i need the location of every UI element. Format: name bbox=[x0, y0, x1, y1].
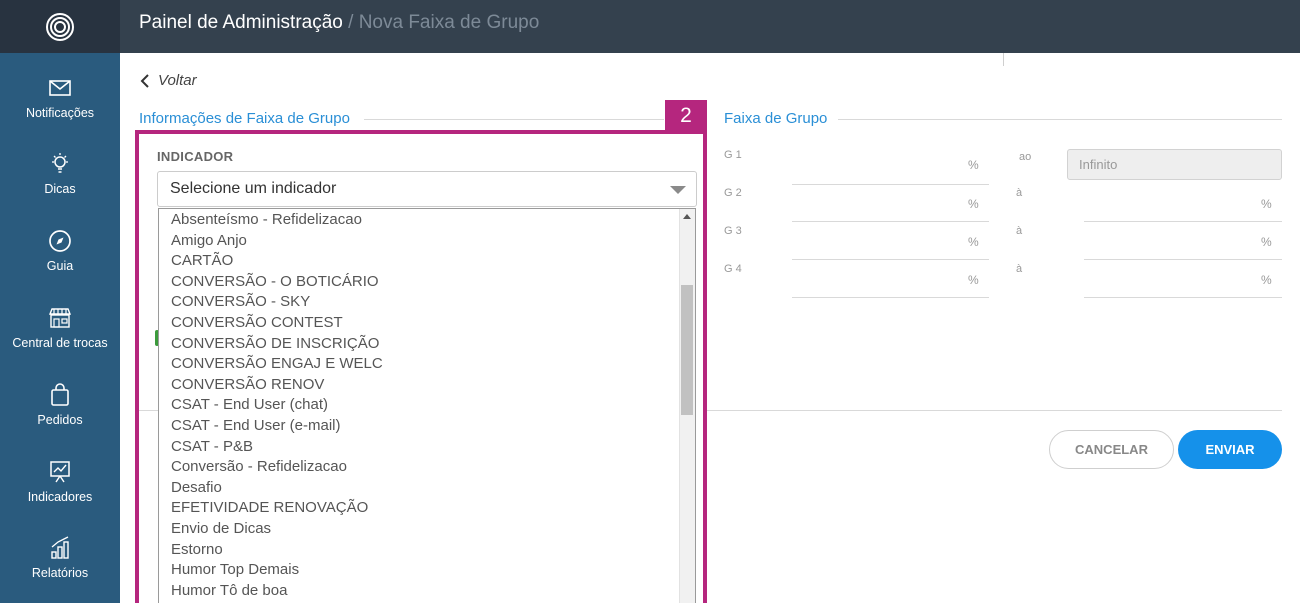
scrollbar-thumb[interactable] bbox=[681, 285, 693, 415]
dropdown-option[interactable]: CONVERSÃO ENGAJ E WELC bbox=[171, 355, 383, 372]
divider bbox=[838, 119, 1282, 120]
range-from-input-g4[interactable] bbox=[792, 297, 989, 298]
sidebar-item-label: Indicadores bbox=[27, 490, 93, 504]
range-from-input-g2[interactable] bbox=[792, 221, 989, 222]
range-to-input-g1: Infinito bbox=[1067, 149, 1282, 180]
envelope-icon bbox=[49, 80, 71, 96]
divider bbox=[364, 119, 664, 120]
range-to-input-g2[interactable] bbox=[1084, 221, 1282, 222]
lightbulb-icon bbox=[52, 153, 68, 173]
unit-percent: % bbox=[968, 158, 979, 172]
range-label-g2: G 2 bbox=[724, 187, 742, 199]
section-title-faixa-de-grupo: Faixa de Grupo bbox=[724, 110, 828, 127]
range-separator: à bbox=[1016, 263, 1023, 275]
range-from-input-g3[interactable] bbox=[792, 259, 989, 260]
dropdown-option[interactable]: CARTÃO bbox=[171, 252, 233, 269]
range-label-g1: G 1 bbox=[724, 149, 742, 161]
dropdown-option[interactable]: Humor Top Demais bbox=[171, 561, 299, 578]
sidebar-item-dicas[interactable]: Dicas bbox=[0, 151, 120, 221]
indicator-label: INDICADOR bbox=[157, 149, 234, 164]
scroll-up-arrow-icon[interactable] bbox=[683, 214, 691, 219]
indicator-select-value: Selecione um indicador bbox=[170, 180, 337, 197]
sidebar-item-label: Pedidos bbox=[37, 413, 83, 427]
page-subtitle: Nova Faixa de Grupo bbox=[358, 12, 540, 33]
dropdown-option[interactable]: CSAT - End User (e-mail) bbox=[171, 417, 340, 434]
dropdown-option[interactable]: Amigo Anjo bbox=[171, 232, 247, 249]
sidebar-item-label: Guia bbox=[46, 259, 74, 273]
dropdown-option[interactable]: CSAT - P&B bbox=[171, 438, 253, 455]
storefront-icon bbox=[48, 308, 72, 328]
presentation-chart-icon bbox=[50, 461, 70, 483]
dropdown-option[interactable]: Conversão - Refidelizacao bbox=[171, 458, 347, 475]
unit-percent: % bbox=[968, 197, 979, 211]
chevron-left-icon bbox=[140, 73, 149, 88]
app-logo[interactable] bbox=[0, 0, 120, 53]
range-separator: ao bbox=[1019, 151, 1032, 163]
shopping-bag-icon bbox=[51, 383, 69, 406]
submit-button[interactable]: ENVIAR bbox=[1178, 430, 1282, 469]
top-bar: Painel de Administração / Nova Faixa de … bbox=[0, 0, 1300, 53]
range-separator: à bbox=[1016, 225, 1023, 237]
dropdown-option[interactable]: Envio de Dicas bbox=[171, 520, 271, 537]
sidebar: Notificações Dicas Guia Central de troca… bbox=[0, 53, 120, 603]
dropdown-option[interactable]: Desafio bbox=[171, 479, 222, 496]
indicator-dropdown-list[interactable]: Absenteísmo - Refidelizacao Amigo Anjo C… bbox=[158, 208, 696, 603]
back-link-label: Voltar bbox=[158, 72, 197, 89]
range-from-input-g1[interactable] bbox=[792, 184, 989, 185]
section-title-informacoes: Informações de Faixa de Grupo bbox=[139, 110, 350, 127]
page-title-main: Painel de Administração bbox=[139, 12, 343, 33]
unit-percent: % bbox=[1261, 235, 1272, 249]
dropdown-option[interactable]: CONVERSÃO CONTEST bbox=[171, 314, 343, 331]
indicator-select[interactable]: Selecione um indicador bbox=[157, 171, 697, 207]
divider bbox=[707, 410, 1282, 411]
dropdown-option[interactable]: CSAT - End User (chat) bbox=[171, 396, 328, 413]
dropdown-option[interactable]: CONVERSÃO - O BOTICÁRIO bbox=[171, 273, 379, 290]
dropdown-option[interactable]: CONVERSÃO DE INSCRIÇÃO bbox=[171, 335, 379, 352]
dropdown-option[interactable]: EFETIVIDADE RENOVAÇÃO bbox=[171, 499, 368, 516]
page-title: Painel de Administração / Nova Faixa de … bbox=[139, 12, 539, 34]
bar-chart-icon bbox=[51, 536, 69, 559]
range-to-input-g3[interactable] bbox=[1084, 259, 1282, 260]
dropdown-option[interactable]: Humor Tô de boa bbox=[171, 582, 287, 599]
unit-percent: % bbox=[1261, 273, 1272, 287]
sidebar-item-guia[interactable]: Guia bbox=[0, 228, 120, 298]
unit-percent: % bbox=[1261, 197, 1272, 211]
range-label-g3: G 3 bbox=[724, 225, 742, 237]
range-separator: à bbox=[1016, 187, 1023, 199]
compass-icon bbox=[49, 230, 71, 252]
sidebar-item-pedidos[interactable]: Pedidos bbox=[0, 382, 120, 452]
sidebar-item-relatorios[interactable]: Relatórios bbox=[0, 535, 120, 603]
sidebar-item-indicadores[interactable]: Indicadores bbox=[0, 459, 120, 529]
sidebar-item-central-de-trocas[interactable]: Central de trocas bbox=[0, 305, 120, 375]
unit-percent: % bbox=[968, 235, 979, 249]
step-badge: 2 bbox=[665, 100, 707, 131]
sidebar-item-label: Central de trocas bbox=[12, 336, 108, 350]
caret-down-icon bbox=[670, 186, 686, 194]
range-label-g4: G 4 bbox=[724, 263, 742, 275]
divider bbox=[1003, 53, 1004, 66]
cancel-button[interactable]: CANCELAR bbox=[1049, 430, 1174, 469]
sidebar-item-label: Notificações bbox=[25, 106, 95, 120]
back-link[interactable]: Voltar bbox=[140, 72, 197, 89]
dropdown-option[interactable]: Absenteísmo - Refidelizacao bbox=[171, 211, 362, 228]
unit-percent: % bbox=[968, 273, 979, 287]
range-to-input-g4[interactable] bbox=[1084, 297, 1282, 298]
logo-icon bbox=[46, 12, 74, 41]
dropdown-scrollbar[interactable] bbox=[679, 209, 695, 603]
dropdown-option[interactable]: CONVERSÃO RENOV bbox=[171, 376, 324, 393]
dropdown-option[interactable]: CONVERSÃO - SKY bbox=[171, 293, 310, 310]
dropdown-option[interactable]: Estorno bbox=[171, 541, 223, 558]
sidebar-item-notificacoes[interactable]: Notificações bbox=[0, 75, 120, 145]
infinite-value: Infinito bbox=[1079, 157, 1118, 172]
sidebar-item-label: Relatórios bbox=[31, 566, 89, 580]
breadcrumb-separator: / bbox=[342, 12, 359, 33]
divider bbox=[139, 410, 158, 411]
sidebar-item-label: Dicas bbox=[44, 182, 76, 196]
